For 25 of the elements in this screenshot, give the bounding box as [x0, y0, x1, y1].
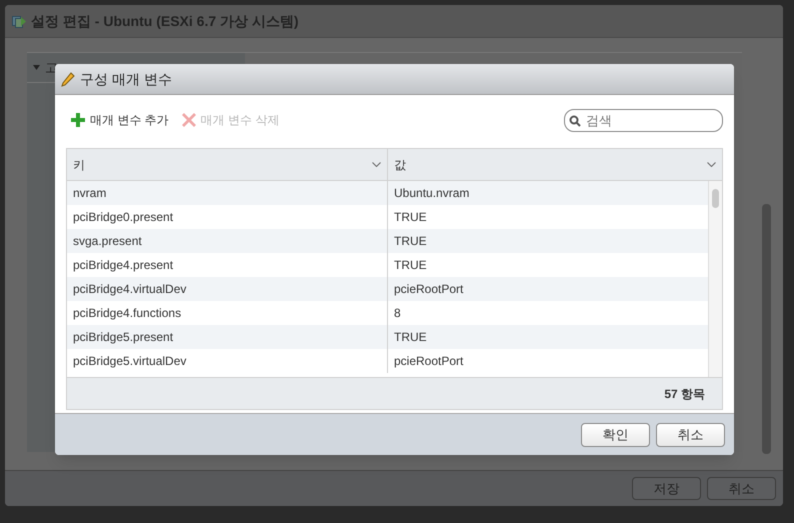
item-count: 57 항목	[664, 386, 705, 402]
pencil-icon	[61, 72, 75, 86]
table-cell-text: pcieRootPort	[393, 281, 464, 298]
chevron-icon	[372, 162, 381, 167]
chevron-icon	[707, 162, 716, 167]
table-cell-text: 8	[393, 305, 402, 322]
search-icon	[569, 114, 581, 126]
caret-icon	[33, 65, 40, 70]
dialog-title: 구성 매개 변수	[80, 70, 172, 88]
table-cell: pciBridge5.virtualDev	[67, 349, 388, 373]
table-cell-text: TRUE	[393, 257, 428, 274]
close-icon	[182, 113, 196, 127]
table-cell-text: Ubuntu.nvram	[393, 185, 470, 202]
table-cell-text: pcieRootPort	[393, 353, 464, 370]
column-header[interactable]: 키	[67, 149, 388, 180]
column-header[interactable]: 값	[388, 149, 722, 180]
search-field[interactable]: 검색	[564, 108, 723, 132]
dialog-button[interactable]: 확인	[581, 422, 650, 446]
table-cell-text: TRUE	[393, 329, 428, 346]
vm-icon	[12, 14, 26, 28]
add-parameter-button[interactable]: 매개 변수 추가	[71, 111, 169, 129]
plus-icon	[71, 113, 85, 127]
table-cell-text: TRUE	[393, 233, 428, 250]
table-cell-text: TRUE	[393, 209, 428, 226]
dialog-button[interactable]: 취소	[656, 422, 725, 446]
